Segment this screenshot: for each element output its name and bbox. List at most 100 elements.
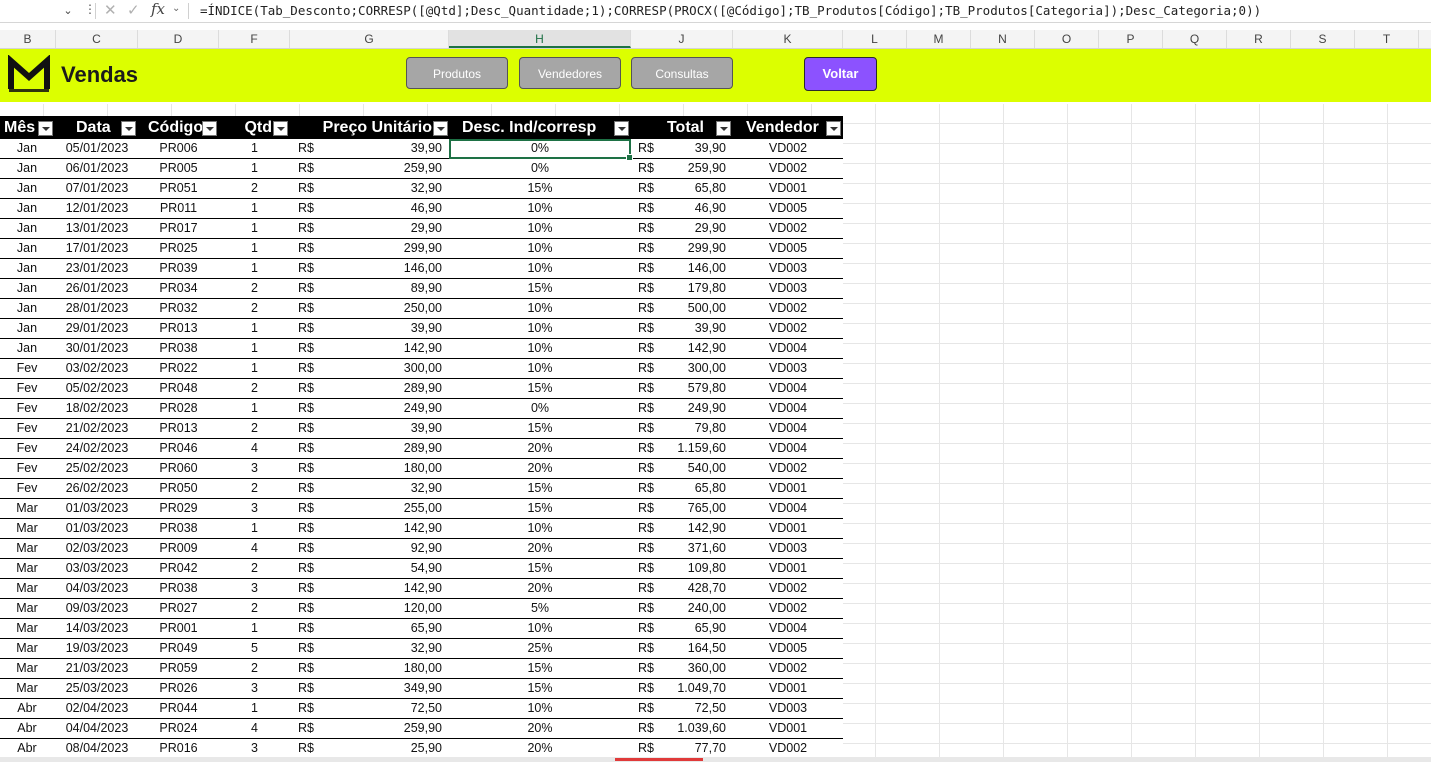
cell-qtd[interactable]: 2: [219, 299, 290, 318]
cell-total[interactable]: 72,50: [631, 699, 726, 718]
cell-preco-unitario[interactable]: 180,00: [290, 659, 442, 678]
cell-vendedor[interactable]: VD004: [733, 379, 843, 398]
cell-codigo[interactable]: PR039: [138, 259, 219, 278]
cell-desconto[interactable]: 25%: [449, 639, 631, 658]
cell-total[interactable]: 29,90: [631, 219, 726, 238]
cell-desconto[interactable]: 15%: [449, 679, 631, 698]
cell-desconto[interactable]: 15%: [449, 479, 631, 498]
cell-desconto[interactable]: 15%: [449, 179, 631, 198]
cell-qtd[interactable]: 1: [219, 219, 290, 238]
cell-vendedor[interactable]: VD003: [733, 279, 843, 298]
cell-preco-unitario[interactable]: 142,90: [290, 339, 442, 358]
cell-vendedor[interactable]: VD001: [733, 179, 843, 198]
column-header[interactable]: M: [907, 30, 971, 48]
cell-total[interactable]: 77,70: [631, 739, 726, 758]
cell-qtd[interactable]: 2: [219, 179, 290, 198]
cell-data[interactable]: 01/03/2023: [56, 519, 138, 538]
cell-preco-unitario[interactable]: 249,90: [290, 399, 442, 418]
cell-data[interactable]: 01/03/2023: [56, 499, 138, 518]
cell-mes[interactable]: Jan: [0, 159, 54, 178]
cell-mes[interactable]: Fev: [0, 459, 54, 478]
cell-qtd[interactable]: 2: [219, 419, 290, 438]
column-header[interactable]: D: [138, 30, 219, 48]
column-header[interactable]: C: [56, 30, 138, 48]
cell-qtd[interactable]: 3: [219, 739, 290, 758]
cell-codigo[interactable]: PR009: [138, 539, 219, 558]
cell-preco-unitario[interactable]: 259,90: [290, 159, 442, 178]
cell-vendedor[interactable]: VD003: [733, 259, 843, 278]
cell-qtd[interactable]: 4: [219, 539, 290, 558]
cell-data[interactable]: 13/01/2023: [56, 219, 138, 238]
cell-data[interactable]: 21/03/2023: [56, 659, 138, 678]
cell-desconto[interactable]: 20%: [449, 459, 631, 478]
cell-qtd[interactable]: 2: [219, 599, 290, 618]
cell-mes[interactable]: Fev: [0, 439, 54, 458]
cell-total[interactable]: 109,80: [631, 559, 726, 578]
cell-mes[interactable]: Mar: [0, 579, 54, 598]
cell-mes[interactable]: Abr: [0, 719, 54, 738]
filter-dropdown-icon[interactable]: [614, 121, 629, 136]
cell-qtd[interactable]: 3: [219, 679, 290, 698]
cell-data[interactable]: 23/01/2023: [56, 259, 138, 278]
cell-vendedor[interactable]: VD004: [733, 399, 843, 418]
cell-total[interactable]: 1.159,60: [631, 439, 726, 458]
cell-desconto[interactable]: 5%: [449, 599, 631, 618]
cell-vendedor[interactable]: VD001: [733, 519, 843, 538]
cell-codigo[interactable]: PR049: [138, 639, 219, 658]
cell-desconto[interactable]: 20%: [449, 539, 631, 558]
cell-data[interactable]: 30/01/2023: [56, 339, 138, 358]
cell-total[interactable]: 259,90: [631, 159, 726, 178]
cell-preco-unitario[interactable]: 289,90: [290, 439, 442, 458]
cell-total[interactable]: 65,80: [631, 479, 726, 498]
cell-desconto[interactable]: 10%: [449, 359, 631, 378]
column-header[interactable]: R: [1227, 30, 1291, 48]
cell-desconto[interactable]: 10%: [449, 319, 631, 338]
cell-total[interactable]: 39,90: [631, 319, 726, 338]
cell-total[interactable]: 579,80: [631, 379, 726, 398]
cell-preco-unitario[interactable]: 255,00: [290, 499, 442, 518]
column-header[interactable]: T: [1355, 30, 1419, 48]
cell-total[interactable]: 299,90: [631, 239, 726, 258]
cell-mes[interactable]: Fev: [0, 399, 54, 418]
cell-qtd[interactable]: 2: [219, 559, 290, 578]
cell-mes[interactable]: Jan: [0, 279, 54, 298]
filter-dropdown-icon[interactable]: [716, 121, 731, 136]
cell-qtd[interactable]: 3: [219, 499, 290, 518]
cell-data[interactable]: 07/01/2023: [56, 179, 138, 198]
cell-vendedor[interactable]: VD001: [733, 719, 843, 738]
cell-qtd[interactable]: 3: [219, 579, 290, 598]
cell-desconto[interactable]: 15%: [449, 499, 631, 518]
cell-codigo[interactable]: PR028: [138, 399, 219, 418]
cell-codigo[interactable]: PR025: [138, 239, 219, 258]
cell-vendedor[interactable]: VD004: [733, 499, 843, 518]
cell-total[interactable]: 371,60: [631, 539, 726, 558]
cell-total[interactable]: 146,00: [631, 259, 726, 278]
cell-mes[interactable]: Jan: [0, 319, 54, 338]
cell-mes[interactable]: Jan: [0, 299, 54, 318]
cell-preco-unitario[interactable]: 180,00: [290, 459, 442, 478]
cell-preco-unitario[interactable]: 92,90: [290, 539, 442, 558]
cell-total[interactable]: 65,80: [631, 179, 726, 198]
cell-vendedor[interactable]: VD004: [733, 619, 843, 638]
cell-codigo[interactable]: PR006: [138, 139, 219, 158]
cell-total[interactable]: 142,90: [631, 339, 726, 358]
cell-codigo[interactable]: PR059: [138, 659, 219, 678]
filter-dropdown-icon[interactable]: [826, 121, 841, 136]
cell-desconto[interactable]: 15%: [449, 659, 631, 678]
cell-preco-unitario[interactable]: 259,90: [290, 719, 442, 738]
cell-data[interactable]: 03/03/2023: [56, 559, 138, 578]
cell-desconto[interactable]: 20%: [449, 579, 631, 598]
cell-codigo[interactable]: PR048: [138, 379, 219, 398]
cell-preco-unitario[interactable]: 25,90: [290, 739, 442, 758]
cell-vendedor[interactable]: VD005: [733, 199, 843, 218]
cell-qtd[interactable]: 2: [219, 379, 290, 398]
cell-desconto[interactable]: 10%: [449, 259, 631, 278]
insert-function-icon[interactable]: fx: [151, 0, 165, 18]
cell-total[interactable]: 65,90: [631, 619, 726, 638]
cell-vendedor[interactable]: VD002: [733, 139, 843, 158]
cell-vendedor[interactable]: VD002: [733, 319, 843, 338]
confirm-icon[interactable]: ✓: [127, 1, 140, 19]
cell-qtd[interactable]: 1: [219, 519, 290, 538]
cell-codigo[interactable]: PR034: [138, 279, 219, 298]
cell-preco-unitario[interactable]: 289,90: [290, 379, 442, 398]
